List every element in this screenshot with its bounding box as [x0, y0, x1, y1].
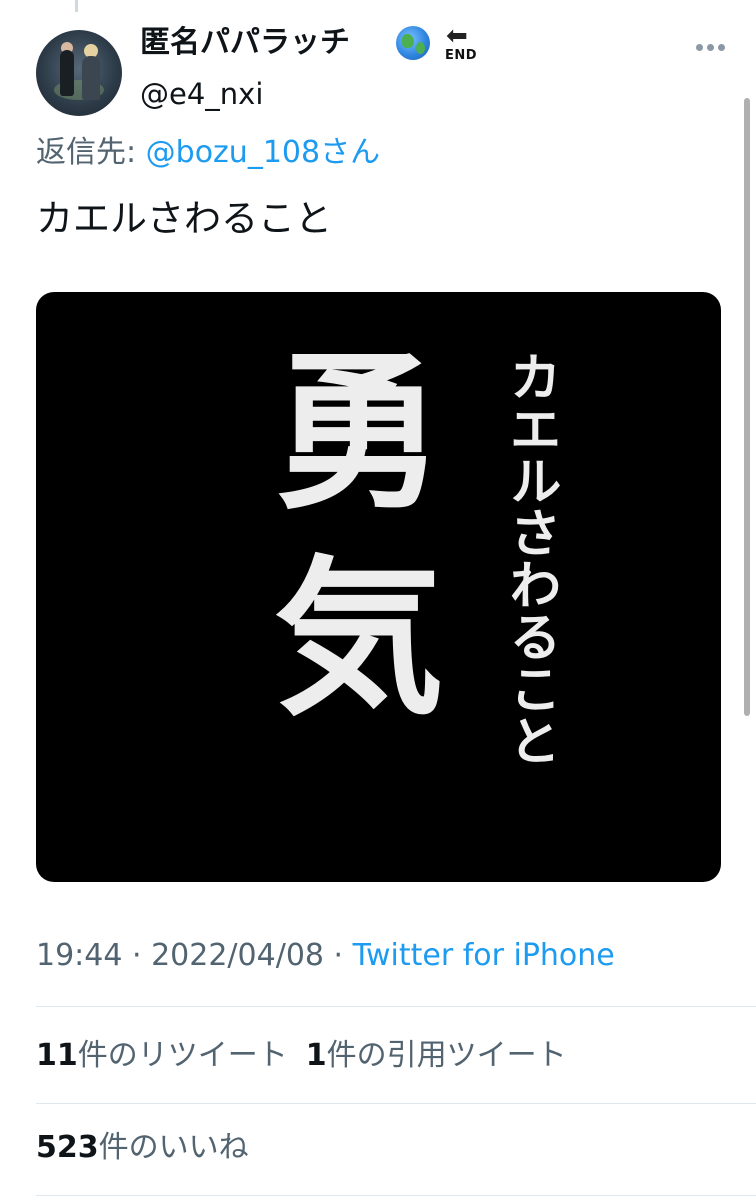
quotes-count: 1 [305, 1038, 327, 1073]
media-vertical-text: カエルさわること [500, 350, 561, 766]
likes-label: 件のいいね [98, 1130, 249, 1165]
end-arrow-icon: ⬅ END [445, 21, 478, 63]
likes-stat[interactable]: 523件のいいね [36, 1130, 249, 1165]
divider [36, 1006, 756, 1007]
likes-stat-row: 523件のいいね [36, 1128, 249, 1168]
retweets-count: 11 [36, 1038, 78, 1073]
reply-to-line: 返信先: @bozu_108さん [36, 134, 380, 172]
engagement-stats-row: 11件のリツイート 1件の引用ツイート [36, 1036, 567, 1076]
media-big-char-2: 気 [274, 539, 445, 739]
divider [36, 1103, 756, 1104]
user-handle[interactable]: @e4_nxi [140, 76, 263, 112]
globe-icon [396, 26, 430, 60]
tweet-time[interactable]: 19:44 [36, 938, 122, 973]
media-big-char-1: 勇 [274, 333, 445, 533]
more-icon[interactable] [690, 30, 730, 60]
tweet-media-image[interactable]: 勇 気 カエルさわること [36, 292, 721, 882]
meta-separator: · [122, 938, 152, 973]
quotes-label: 件の引用ツイート [326, 1038, 567, 1073]
retweets-label: 件のリツイート [77, 1038, 288, 1073]
quotes-stat[interactable]: 1件の引用ツイート [306, 1038, 567, 1073]
display-name[interactable]: 匿名パパラッチ [140, 24, 350, 62]
tweet-date[interactable]: 2022/04/08 [151, 938, 324, 973]
thread-connector-line [75, 0, 78, 12]
tweet-source-link[interactable]: Twitter for iPhone [353, 938, 615, 973]
avatar[interactable] [36, 30, 122, 116]
meta-separator: · [324, 938, 353, 973]
retweets-stat[interactable]: 11件のリツイート [36, 1038, 288, 1073]
divider [36, 1195, 756, 1196]
reply-to-label: 返信先: [36, 135, 146, 170]
tweet-text: カエルさわること [36, 197, 332, 240]
reply-mention-link[interactable]: @bozu_108さん [146, 135, 380, 170]
tweet-metadata: 19:44 · 2022/04/08 · Twitter for iPhone [36, 936, 615, 976]
scrollbar[interactable] [744, 98, 750, 716]
likes-count: 523 [36, 1130, 99, 1165]
end-badge-label: END [445, 48, 478, 63]
